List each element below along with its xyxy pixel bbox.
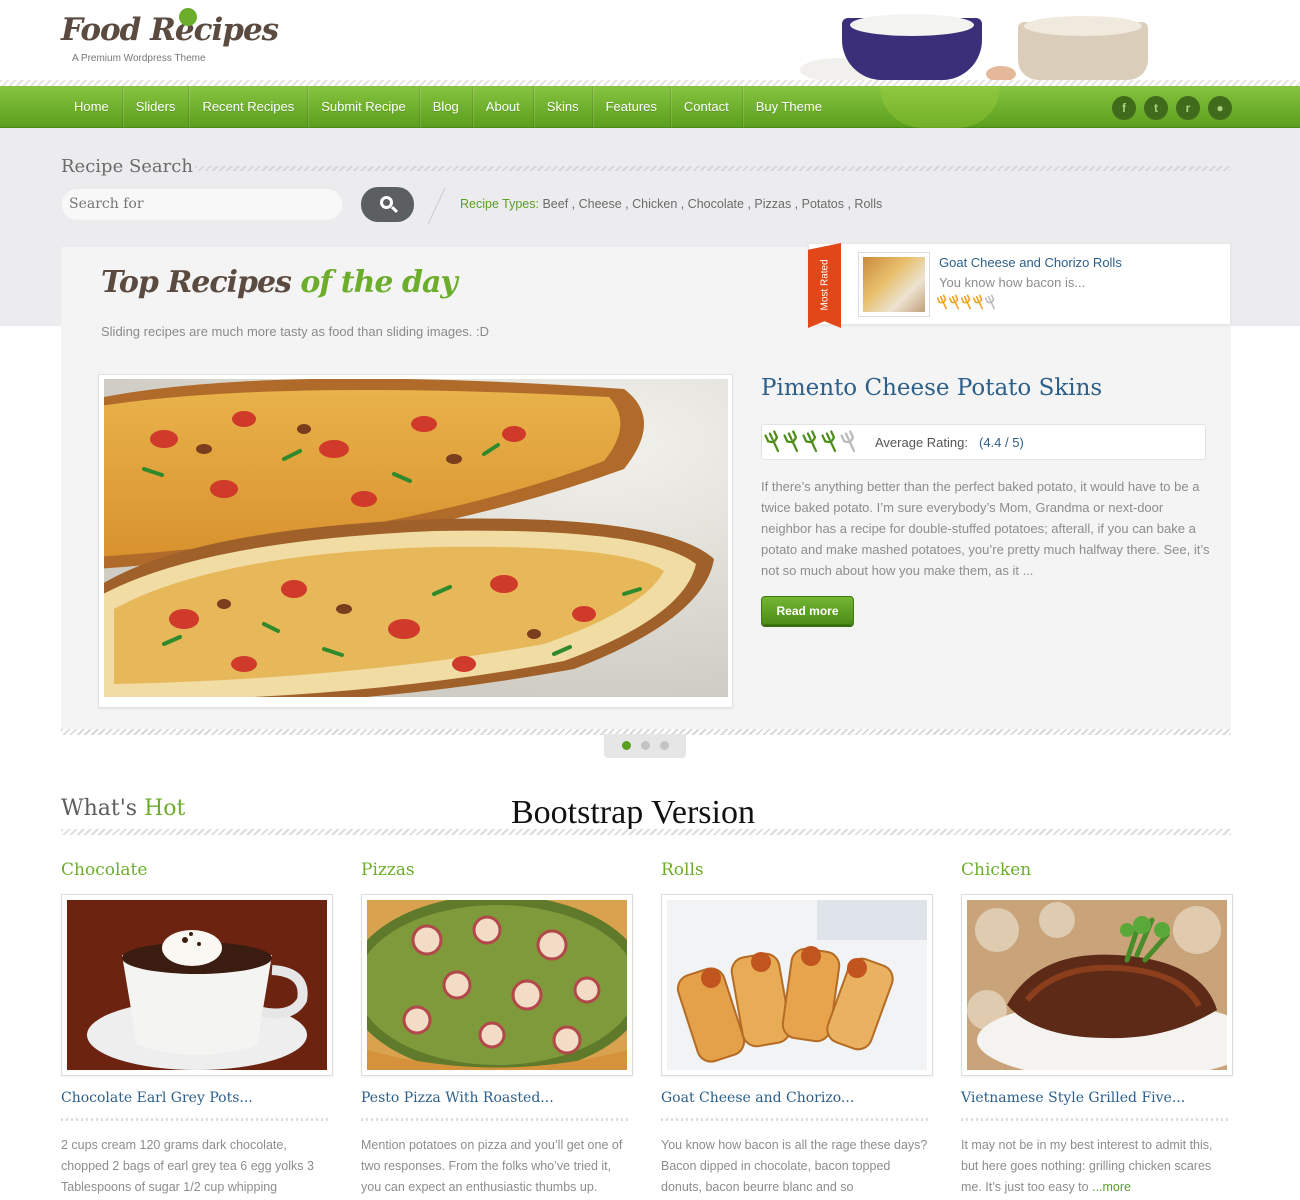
most-rated-fork-rating bbox=[936, 294, 998, 316]
slider-dot[interactable] bbox=[641, 741, 650, 750]
header-ingredients-image bbox=[790, 0, 1260, 82]
recipe-types: Recipe Types: Beef , Cheese , Chicken , … bbox=[460, 197, 882, 211]
most-rated-title[interactable]: Goat Cheese and Chorizo Rolls bbox=[939, 255, 1122, 270]
nav-item-blog[interactable]: Blog bbox=[420, 86, 473, 128]
card-category[interactable]: Pizzas bbox=[361, 860, 633, 894]
facebook-icon[interactable]: f bbox=[1112, 96, 1136, 120]
plate-icon bbox=[179, 8, 197, 26]
flickr-icon[interactable]: ● bbox=[1208, 96, 1232, 120]
card-image[interactable] bbox=[61, 894, 333, 1076]
logo-text: Food Recipes bbox=[61, 12, 279, 48]
section-divider bbox=[61, 829, 1231, 835]
whats-hot-heading: What's Hot bbox=[61, 796, 186, 821]
social-links: f t r ● bbox=[1112, 96, 1232, 120]
nav-item-features[interactable]: Features bbox=[593, 86, 671, 128]
most-rated-label: Most Rated bbox=[819, 259, 831, 311]
card-title[interactable]: Pesto Pizza With Roasted... bbox=[361, 1090, 633, 1106]
card-category[interactable]: Chocolate bbox=[61, 860, 333, 894]
hot-card: Chicken Vietnamese Style Grilled Five...… bbox=[961, 860, 1233, 1198]
hot-card: Rolls Goat Cheese and Chorizo... You kno… bbox=[661, 860, 933, 1198]
card-excerpt: Mention potatoes on pizza and you’ll get… bbox=[361, 1138, 623, 1194]
card-excerpt: 2 cups cream 120 grams dark chocolate, c… bbox=[61, 1138, 314, 1194]
nav-item-submit-recipe[interactable]: Submit Recipe bbox=[308, 86, 420, 128]
nav-item-recent-recipes[interactable]: Recent Recipes bbox=[189, 86, 309, 128]
nav-item-contact[interactable]: Contact bbox=[671, 86, 743, 128]
slider-subtitle: Sliding recipes are much more tasty as f… bbox=[101, 324, 490, 339]
card-image[interactable] bbox=[661, 894, 933, 1076]
slide-description: If there’s anything better than the perf… bbox=[761, 479, 1210, 578]
card-category[interactable]: Rolls bbox=[661, 860, 933, 894]
average-rating-label: Average Rating: bbox=[875, 435, 968, 450]
search-button[interactable] bbox=[361, 187, 414, 222]
site-logo[interactable]: Food Recipes A Premium Wordpress Theme bbox=[61, 8, 279, 64]
nav-item-buy-theme[interactable]: Buy Theme bbox=[743, 86, 835, 128]
nav-item-home[interactable]: Home bbox=[61, 86, 123, 128]
slider-dot[interactable] bbox=[622, 741, 631, 750]
card-title[interactable]: Chocolate Earl Grey Pots... bbox=[61, 1090, 333, 1106]
nav-item-skins[interactable]: Skins bbox=[534, 86, 593, 128]
site-header: Food Recipes A Premium Wordpress Theme bbox=[0, 0, 1300, 86]
nav-menu: Home Sliders Recent Recipes Submit Recipe Bl… bbox=[61, 86, 835, 128]
card-title[interactable]: Vietnamese Style Grilled Five... bbox=[961, 1090, 1233, 1106]
section-divider bbox=[195, 166, 1231, 171]
nav-item-sliders[interactable]: Sliders bbox=[123, 86, 190, 128]
bootstrap-version-label: Bootstrap Version bbox=[511, 794, 755, 831]
read-more-button[interactable]: Read more bbox=[761, 596, 854, 625]
hot-card: Pizzas Pesto Pizza With Roasted... Menti… bbox=[361, 860, 633, 1198]
hot-card: Chocolate Chocolate Earl Grey Pots... 2 … bbox=[61, 860, 333, 1198]
card-category[interactable]: Chicken bbox=[961, 860, 1233, 894]
more-link[interactable]: ...more bbox=[1092, 1180, 1131, 1194]
slider-dot[interactable] bbox=[660, 741, 669, 750]
average-rating-value: (4.4 / 5) bbox=[979, 435, 1024, 450]
rss-icon[interactable]: r bbox=[1176, 96, 1200, 120]
recipe-types-links[interactable]: Beef , Cheese , Chicken , Chocolate , Pi… bbox=[542, 197, 882, 211]
card-image[interactable] bbox=[361, 894, 633, 1076]
logo-tagline: A Premium Wordpress Theme bbox=[72, 53, 206, 64]
recipe-search-title: Recipe Search bbox=[61, 156, 193, 177]
search-input[interactable] bbox=[61, 187, 343, 220]
top-recipes-heading: Top Recipes of the day bbox=[101, 265, 458, 300]
most-rated-thumbnail[interactable] bbox=[858, 252, 930, 317]
slide-image[interactable] bbox=[104, 379, 728, 697]
most-rated-excerpt: You know how bacon is... bbox=[939, 275, 1086, 290]
card-excerpt: You know how bacon is all the rage these… bbox=[661, 1138, 928, 1194]
nav-item-about[interactable]: About bbox=[473, 86, 534, 128]
card-image[interactable] bbox=[961, 894, 1233, 1076]
card-excerpt: It may not be in my best interest to adm… bbox=[961, 1138, 1213, 1194]
card-title[interactable]: Goat Cheese and Chorizo... bbox=[661, 1090, 933, 1106]
main-navigation: Home Sliders Recent Recipes Submit Recipe Bl… bbox=[0, 86, 1300, 128]
twitter-icon[interactable]: t bbox=[1144, 96, 1168, 120]
fork-rating bbox=[764, 430, 859, 459]
recipe-types-label: Recipe Types: bbox=[460, 197, 539, 211]
slide-title[interactable]: Pimento Cheese Potato Skins bbox=[761, 375, 1102, 401]
